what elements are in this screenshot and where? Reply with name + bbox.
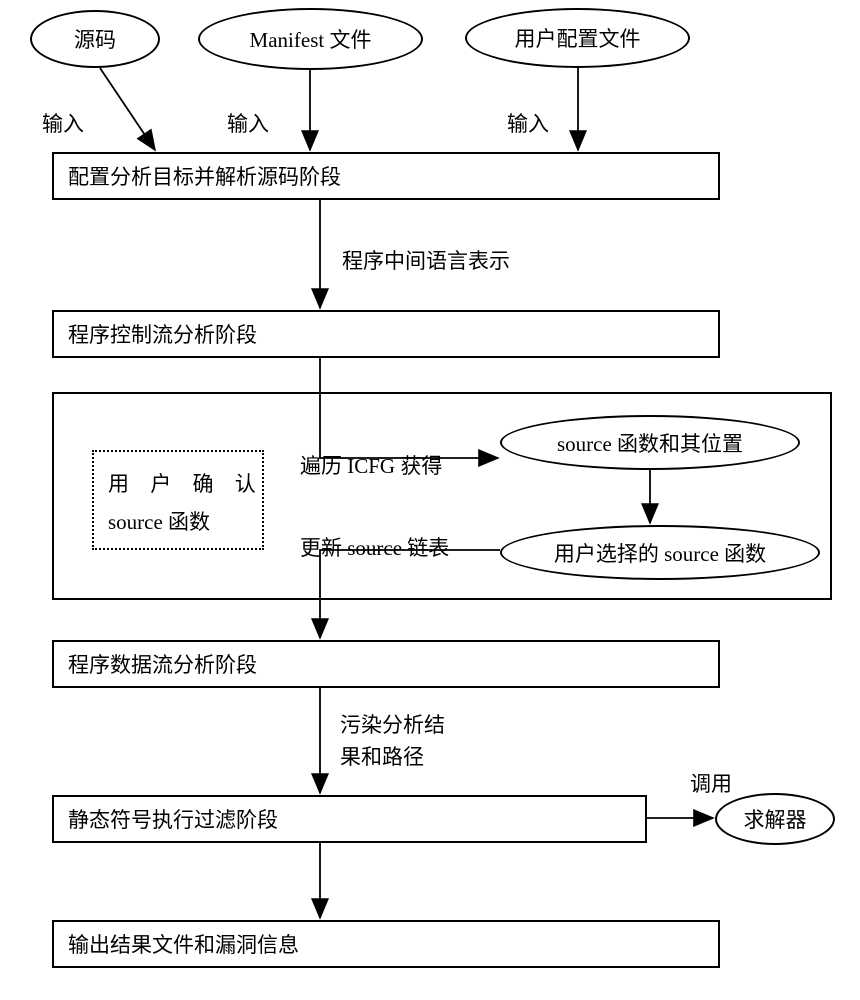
input-userconfig-ellipse: 用户配置文件 <box>465 8 690 68</box>
edge-traverse-icfg: 遍历 ICFG 获得 <box>300 450 442 480</box>
stage-controlflow: 程序控制流分析阶段 <box>52 310 720 358</box>
edge-call: 调用 <box>690 768 732 798</box>
solver-label: 求解器 <box>744 804 807 834</box>
userselected-source-label: 用户选择的 source 函数 <box>554 538 766 568</box>
stage-dataflow: 程序数据流分析阶段 <box>52 640 720 688</box>
stage-symbolic-label: 静态符号执行过滤阶段 <box>68 804 278 834</box>
edge-update-source: 更新 source 链表 <box>300 532 449 562</box>
stage-controlflow-label: 程序控制流分析阶段 <box>68 319 257 349</box>
input-label-1: 输入 <box>42 108 84 138</box>
ellipse-userselected-source: 用户选择的 source 函数 <box>500 525 820 580</box>
sourcefunc-loc-label: source 函数和其位置 <box>557 428 743 458</box>
userconfirm-line2: source 函数 <box>108 504 248 542</box>
ellipse-solver: 求解器 <box>715 793 835 845</box>
edge-taint: 污染分析结 果和路径 <box>340 710 445 773</box>
stage-symbolic: 静态符号执行过滤阶段 <box>52 795 647 843</box>
input-userconfig-label: 用户配置文件 <box>515 23 641 53</box>
input-manifest-label: Manifest 文件 <box>250 24 372 54</box>
stage-output: 输出结果文件和漏洞信息 <box>52 920 720 968</box>
input-manifest-ellipse: Manifest 文件 <box>198 8 423 70</box>
stage-output-label: 输出结果文件和漏洞信息 <box>68 929 299 959</box>
edge-taint-line1: 污染分析结 <box>340 710 445 742</box>
input-label-2: 输入 <box>227 108 269 138</box>
input-source-ellipse: 源码 <box>30 10 160 68</box>
dotted-user-confirm: 用 户 确 认 source 函数 <box>92 450 264 550</box>
edge-taint-line2: 果和路径 <box>340 742 445 774</box>
stage-dataflow-label: 程序数据流分析阶段 <box>68 649 257 679</box>
userconfirm-line1: 用 户 确 认 <box>108 466 248 504</box>
input-source-label: 源码 <box>74 24 116 54</box>
ellipse-sourcefunc-loc: source 函数和其位置 <box>500 415 800 470</box>
stage-configure: 配置分析目标并解析源码阶段 <box>52 152 720 200</box>
stage-configure-label: 配置分析目标并解析源码阶段 <box>68 161 341 191</box>
input-label-3: 输入 <box>507 108 549 138</box>
edge-il-repr: 程序中间语言表示 <box>342 245 510 275</box>
